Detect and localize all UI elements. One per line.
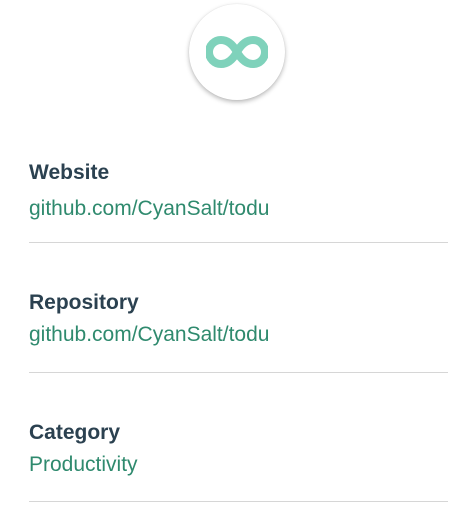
divider <box>29 242 448 243</box>
category-value: Productivity <box>29 453 138 476</box>
repository-label: Repository <box>29 291 139 314</box>
divider <box>29 501 448 502</box>
website-label: Website <box>29 161 110 184</box>
divider <box>29 372 448 373</box>
infinity-icon <box>206 36 268 68</box>
category-label: Category <box>29 421 121 444</box>
website-link[interactable]: github.com/CyanSalt/todu <box>29 198 269 219</box>
repository-link[interactable]: github.com/CyanSalt/todu <box>29 324 269 345</box>
app-logo <box>189 4 285 100</box>
